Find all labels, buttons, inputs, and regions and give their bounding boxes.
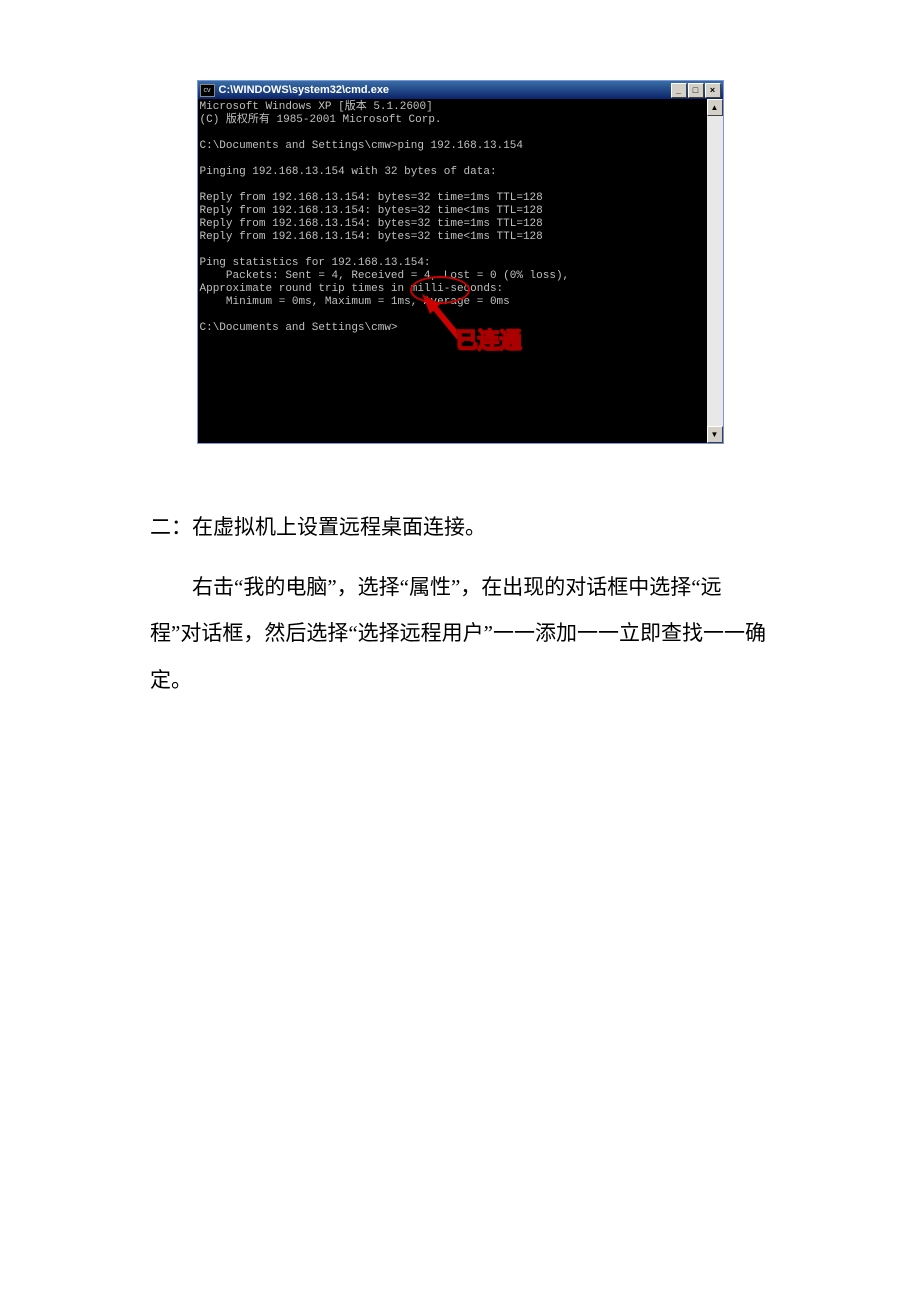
cmd-line: Microsoft Windows XP [版本 5.1.2600]: [200, 101, 433, 113]
minimize-button[interactable]: _: [671, 83, 687, 98]
window-buttons: _ □ ×: [671, 83, 721, 98]
scrollbar[interactable]: ▲ ▼: [707, 99, 723, 443]
cmd-line: Reply from 192.168.13.154: bytes=32 time…: [200, 231, 543, 243]
cmd-line: C:\Documents and Settings\cmw>ping 192.1…: [200, 140, 523, 152]
cmd-title: C:\WINDOWS\system32\cmd.exe: [219, 84, 390, 96]
cmd-line: C:\Documents and Settings\cmw>: [200, 322, 398, 334]
document-page: cv C:\WINDOWS\system32\cmd.exe _ □ × Mic…: [0, 0, 920, 743]
cmd-line: Reply from 192.168.13.154: bytes=32 time…: [200, 192, 543, 204]
maximize-button[interactable]: □: [688, 83, 704, 98]
cmd-titlebar[interactable]: cv C:\WINDOWS\system32\cmd.exe _ □ ×: [198, 81, 723, 99]
cmd-line: Reply from 192.168.13.154: bytes=32 time…: [200, 205, 543, 217]
cmd-line: Pinging 192.168.13.154 with 32 bytes of …: [200, 166, 497, 178]
cmd-line: Minimum = 0ms, Maximum = 1ms, Average = …: [200, 296, 510, 308]
cmd-window: cv C:\WINDOWS\system32\cmd.exe _ □ × Mic…: [197, 80, 724, 444]
scroll-down-icon[interactable]: ▼: [707, 426, 723, 443]
cmd-line: (C) 版权所有 1985-2001 Microsoft Corp.: [200, 114, 442, 126]
cmd-line: Ping statistics for 192.168.13.154:: [200, 257, 431, 269]
section-heading: 二：在虚拟机上设置远程桌面连接。: [150, 504, 770, 550]
scroll-track[interactable]: [707, 116, 723, 426]
annotation-label: 已连通: [456, 334, 522, 347]
titlebar-left: cv C:\WINDOWS\system32\cmd.exe: [200, 84, 390, 97]
cmd-body-wrap: Microsoft Windows XP [版本 5.1.2600] (C) 版…: [198, 99, 723, 443]
close-button[interactable]: ×: [705, 83, 721, 98]
cmd-output[interactable]: Microsoft Windows XP [版本 5.1.2600] (C) 版…: [198, 99, 707, 443]
document-body: 二：在虚拟机上设置远程桌面连接。 右击“我的电脑”，选择“属性”，在出现的对话框…: [150, 504, 770, 703]
cmd-line: Approximate round trip times in milli-se…: [200, 283, 504, 295]
cmd-line: Reply from 192.168.13.154: bytes=32 time…: [200, 218, 543, 230]
cmd-line: Packets: Sent = 4, Received = 4, Lost = …: [200, 270, 570, 282]
scroll-up-icon[interactable]: ▲: [707, 99, 723, 116]
cmd-icon: cv: [200, 84, 215, 97]
section-paragraph: 右击“我的电脑”，选择“属性”，在出现的对话框中选择“远程”对话框，然后选择“选…: [150, 564, 770, 703]
